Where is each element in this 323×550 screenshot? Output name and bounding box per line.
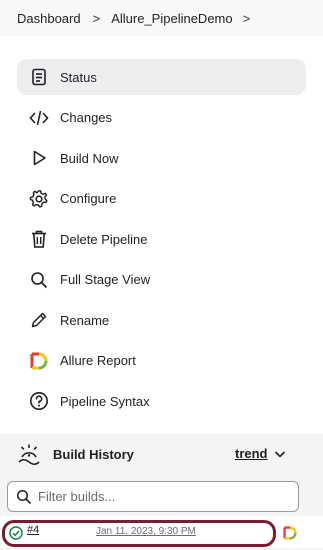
trash-icon [28,228,50,250]
menu-item-build-now[interactable]: Build Now [17,140,306,176]
menu-item-allure-report[interactable]: Allure Report [17,343,306,379]
menu-item-pipeline-syntax[interactable]: Pipeline Syntax [17,383,306,419]
breadcrumb-job[interactable]: Allure_PipelineDemo [111,11,232,26]
side-menu: Status Changes Build Now Configure Delet… [17,59,306,424]
breadcrumb-separator: > [242,10,251,26]
allure-icon[interactable] [283,526,297,540]
menu-item-label: Changes [60,110,113,125]
menu-item-label: Status [60,69,97,85]
trend-link[interactable]: trend [235,446,268,461]
chevron-down-icon[interactable] [273,447,287,461]
build-history-panel: Build History trend #4 Jan 11, 2023, 9:3… [0,434,323,550]
menu-item-label: Configure [60,191,117,206]
menu-item-label: Rename [60,312,110,328]
menu-item-status[interactable]: Status [17,59,306,95]
menu-item-changes[interactable]: Changes [17,100,306,136]
gear-icon [28,188,50,210]
menu-item-label: Build Now [60,150,119,166]
breadcrumb-separator: > [92,10,101,26]
build-history-icon [17,442,41,466]
search-icon [16,489,32,505]
menu-item-label: Allure Report [60,353,136,368]
breadcrumb-dashboard[interactable]: Dashboard [17,11,81,26]
menu-item-label: Full Stage View [60,272,151,287]
code-icon [28,107,50,129]
menu-item-full-stage-view[interactable]: Full Stage View [17,262,306,298]
menu-item-rename[interactable]: Rename [17,302,306,338]
menu-item-label: Pipeline Syntax [60,393,150,409]
help-circle-icon [28,390,50,412]
build-row: #4 Jan 11, 2023, 9:30 PM [0,516,323,548]
menu-item-configure[interactable]: Configure [17,181,306,217]
menu-item-delete-pipeline[interactable]: Delete Pipeline [17,221,306,257]
filter-builds [7,481,299,512]
search-icon [28,269,50,291]
breadcrumb: Dashboard > Allure_PipelineDemo > [0,0,323,36]
pencil-icon [28,309,50,331]
build-history-title: Build History [53,446,134,462]
highlight-ring [2,520,276,547]
allure-icon [28,350,50,372]
filter-builds-input[interactable] [36,488,290,505]
document-icon [28,66,50,88]
menu-item-label: Delete Pipeline [60,231,148,247]
play-icon [28,147,50,169]
